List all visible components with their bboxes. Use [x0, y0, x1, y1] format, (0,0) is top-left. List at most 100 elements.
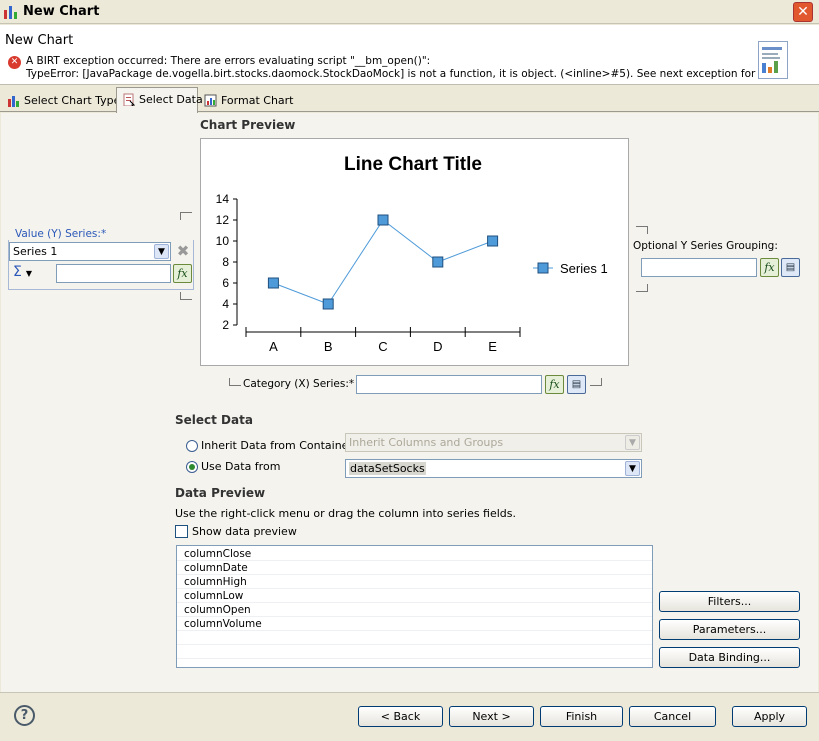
data-point	[377, 214, 389, 226]
wizard-banner-icon	[758, 41, 788, 79]
sigma-icon: Σ	[13, 264, 22, 280]
format-chart-icon	[204, 94, 217, 107]
x-tick-label: A	[269, 339, 278, 354]
inherit-columns-combo[interactable]: Inherit Columns and Groups ▼	[345, 433, 642, 452]
optional-grouping-input[interactable]	[641, 258, 757, 277]
list-item[interactable]: columnLow	[177, 589, 652, 603]
list-item[interactable]: columnClose	[177, 547, 652, 561]
list-item[interactable]: columnDate	[177, 561, 652, 575]
data-preview-label: Data Preview	[175, 486, 266, 500]
use-data-radio[interactable]	[186, 461, 198, 473]
tab-label: Select Data	[139, 93, 203, 106]
filters-button[interactable]: Filters...	[659, 591, 800, 612]
show-data-preview-checkbox[interactable]	[175, 525, 188, 538]
cancel-button[interactable]: Cancel	[629, 706, 716, 727]
list-item-empty	[177, 645, 652, 659]
footer-separator	[0, 692, 819, 693]
y-tick-label: 2	[222, 318, 229, 332]
bracket-category-left	[229, 378, 241, 386]
dataset-combo[interactable]: dataSetSocks ▼	[345, 459, 642, 478]
list-item[interactable]: columnHigh	[177, 575, 652, 589]
optional-grouping-label: Optional Y Series Grouping:	[633, 240, 778, 252]
close-button[interactable]: ✕	[793, 2, 813, 22]
show-data-preview-label: Show data preview	[192, 525, 297, 538]
chart-title: Line Chart Title	[344, 154, 482, 175]
help-icon[interactable]: ?	[14, 705, 35, 726]
bracket-top-right	[636, 226, 648, 234]
bracket-bottom-left	[180, 292, 192, 300]
use-data-label: Use Data from	[201, 460, 281, 473]
x-tick-label: E	[488, 339, 497, 354]
columns-list[interactable]: columnClose columnDate columnHigh column…	[176, 545, 653, 668]
chart-preview-label: Chart Preview	[200, 118, 296, 132]
list-item[interactable]: columnVolume	[177, 617, 652, 631]
y-tick-label: 14	[216, 192, 230, 206]
tab-bar: Select Chart Type Select Data Format Cha…	[0, 86, 819, 113]
remove-series-icon[interactable]: ✖	[175, 243, 191, 259]
legend-label: Series 1	[560, 261, 608, 276]
series-line	[273, 219, 493, 305]
tab-label: Format Chart	[221, 94, 294, 107]
sigma-aggregate-button[interactable]: Σ ▼	[13, 264, 43, 282]
inherit-data-label: Inherit Data from Container	[201, 439, 353, 452]
app-chart-icon	[3, 4, 18, 19]
list-item-empty	[177, 631, 652, 645]
y-tick-label: 8	[222, 255, 229, 269]
bracket-bottom-right	[636, 284, 648, 292]
fx-expression-button[interactable]: fx	[173, 264, 192, 283]
select-data-icon	[123, 93, 135, 106]
chart-type-icon	[8, 96, 19, 107]
tab-select-chart-type[interactable]: Select Chart Type	[2, 89, 120, 112]
parameters-button[interactable]: Parameters...	[659, 619, 800, 640]
y-tick-label: 10	[216, 234, 230, 248]
legend-marker	[537, 262, 549, 274]
data-point	[267, 277, 279, 289]
y-tick-label: 6	[222, 276, 229, 290]
dataset-value: dataSetSocks	[349, 462, 426, 475]
back-button[interactable]: < Back	[358, 706, 443, 727]
inherit-columns-value: Inherit Columns and Groups	[349, 436, 504, 449]
data-preview-hint: Use the right-click menu or drag the col…	[175, 507, 517, 520]
value-series-selected: Series 1	[13, 245, 58, 258]
chevron-down-icon[interactable]: ▼	[625, 461, 640, 476]
data-point	[322, 298, 334, 310]
wizard-header: New Chart ✕ A BIRT exception occurred: T…	[0, 25, 819, 85]
value-series-combo[interactable]: Series 1 ▼	[9, 242, 171, 261]
window-title-bar: New Chart ✕	[0, 0, 819, 24]
bracket-top-left	[180, 212, 192, 220]
category-series-label: Category (X) Series:*	[243, 378, 355, 390]
line-chart: Line Chart Title 2 4 6 8 10 12 14 A B C D E Series …	[216, 154, 608, 354]
next-button[interactable]: Next >	[449, 706, 534, 727]
value-series-legend: Value (Y) Series:*	[13, 228, 109, 240]
apply-button[interactable]: Apply	[732, 706, 807, 727]
x-tick-label: D	[433, 339, 442, 354]
bracket-category-right	[590, 378, 602, 386]
y-tick-label: 12	[216, 213, 230, 227]
error-icon: ✕	[8, 56, 21, 69]
tab-label: Select Chart Type	[24, 94, 121, 107]
category-options-button[interactable]: ▤	[567, 375, 586, 394]
y-tick-label: 4	[222, 297, 229, 311]
chevron-down-icon[interactable]: ▼	[625, 435, 640, 450]
error-message-line2: TypeError: [JavaPackage de.vogella.birt.…	[26, 68, 786, 80]
chart-preview-area: Line Chart Title 2 4 6 8 10 12 14 A B C D E Series …	[200, 138, 629, 366]
x-tick-label: C	[378, 339, 387, 354]
data-binding-button[interactable]: Data Binding...	[659, 647, 800, 668]
grouping-fx-button[interactable]: fx	[760, 258, 779, 277]
window-title: New Chart	[23, 4, 100, 19]
grouping-options-button[interactable]: ▤	[781, 258, 800, 277]
tab-select-data[interactable]: Select Data	[116, 87, 203, 113]
finish-button[interactable]: Finish	[540, 706, 623, 727]
error-message-line1: A BIRT exception occurred: There are err…	[26, 55, 431, 67]
list-item[interactable]: columnOpen	[177, 603, 652, 617]
value-series-expression-input[interactable]	[56, 264, 171, 283]
tab-format-chart[interactable]: Format Chart	[199, 89, 294, 112]
category-fx-button[interactable]: fx	[545, 375, 564, 394]
header-title: New Chart	[5, 33, 74, 48]
chevron-down-icon[interactable]: ▼	[154, 244, 169, 259]
inherit-data-radio[interactable]	[186, 440, 198, 452]
data-point	[432, 256, 444, 268]
data-point	[487, 235, 499, 247]
category-series-input[interactable]	[356, 375, 542, 394]
select-data-label: Select Data	[175, 413, 253, 427]
